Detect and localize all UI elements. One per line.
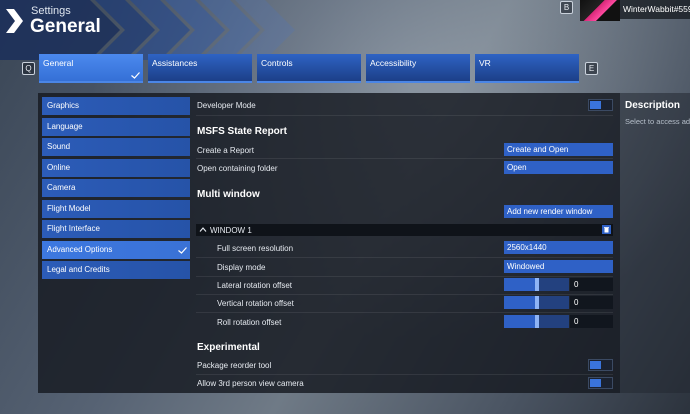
developer-mode-toggle[interactable]	[588, 99, 613, 111]
divider	[196, 158, 613, 159]
window-1-header[interactable]	[196, 224, 613, 236]
category-camera[interactable]: Camera	[42, 179, 190, 197]
tab-controls[interactable]: Controls	[257, 54, 361, 83]
third-person-camera-label: Allow 3rd person view camera	[197, 379, 304, 388]
section-title-multi-window: Multi window	[197, 189, 260, 200]
full-screen-resolution-select[interactable]: 2560x1440	[504, 241, 613, 254]
category-online[interactable]: Online	[42, 159, 190, 177]
vertical-rotation-offset-input[interactable]: 0	[570, 296, 613, 309]
toggle-knob	[590, 361, 601, 369]
username: WinterWabbit#559	[623, 4, 690, 14]
category-language[interactable]: Language	[42, 118, 190, 136]
display-mode-label: Display mode	[217, 263, 266, 272]
vertical-rotation-offset-label: Vertical rotation offset	[217, 299, 294, 308]
toggle-knob	[590, 379, 601, 387]
roll-rotation-offset-input[interactable]: 0	[570, 315, 613, 328]
category-graphics[interactable]: Graphics	[42, 97, 190, 115]
divider	[196, 276, 613, 277]
package-reorder-tool-label: Package reorder tool	[197, 361, 272, 370]
lateral-rotation-offset-label: Lateral rotation offset	[217, 281, 293, 290]
slider-thumb[interactable]	[535, 296, 539, 309]
window-1-title: WINDOW 1	[210, 226, 252, 235]
full-screen-resolution-label: Full screen resolution	[217, 244, 294, 253]
description-panel	[620, 93, 690, 393]
key-hint-next-tab: E	[585, 62, 598, 75]
slider-thumb[interactable]	[535, 315, 539, 328]
tab-label: General	[43, 58, 74, 68]
lateral-rotation-offset-input[interactable]: 0	[570, 278, 613, 291]
trash-icon[interactable]	[602, 225, 611, 234]
description-title: Description	[625, 100, 681, 111]
category-flight-interface[interactable]: Flight Interface	[42, 220, 190, 238]
divider	[196, 374, 613, 375]
description-text: Select to access ad	[625, 117, 690, 126]
section-title-experimental: Experimental	[197, 342, 260, 353]
create-and-open-button[interactable]: Create and Open	[504, 143, 613, 156]
divider	[196, 257, 613, 258]
slider-fill	[504, 296, 537, 309]
tab-label: VR	[479, 58, 491, 68]
roll-rotation-offset-label: Roll rotation offset	[217, 318, 282, 327]
add-render-window-button[interactable]: Add new render window	[504, 205, 613, 218]
back-chevron-icon[interactable]	[4, 8, 24, 34]
key-hint-back: B	[560, 1, 573, 14]
category-flight-model[interactable]: Flight Model	[42, 200, 190, 218]
key-hint-prev-tab: Q	[22, 62, 35, 75]
developer-mode-label: Developer Mode	[197, 101, 256, 110]
tab-label: Controls	[261, 58, 293, 68]
category-advanced-options[interactable]: Advanced Options	[42, 241, 190, 259]
tab-label: Assistances	[152, 58, 198, 68]
category-label: Advanced Options	[47, 245, 113, 254]
tab-general[interactable]: General	[39, 54, 143, 83]
page-title: General	[30, 16, 101, 37]
tab-assistances[interactable]: Assistances	[148, 54, 252, 83]
create-report-label: Create a Report	[197, 146, 254, 155]
display-mode-select[interactable]: Windowed	[504, 260, 613, 273]
slider-fill	[504, 278, 537, 291]
tab-vr[interactable]: VR	[475, 54, 579, 83]
divider	[196, 294, 613, 295]
checkmark-icon	[178, 247, 187, 254]
section-title-msfs-state-report: MSFS State Report	[197, 126, 288, 137]
category-sound[interactable]: Sound	[42, 138, 190, 156]
toggle-knob	[590, 101, 601, 109]
slider-fill	[504, 315, 537, 328]
category-legal-and-credits[interactable]: Legal and Credits	[42, 261, 190, 279]
divider	[196, 115, 613, 116]
avatar[interactable]	[580, 0, 620, 21]
open-folder-button[interactable]: Open	[504, 161, 613, 174]
slider-thumb[interactable]	[535, 278, 539, 291]
third-person-camera-toggle[interactable]	[588, 377, 613, 389]
chevron-up-icon[interactable]	[199, 226, 207, 233]
package-reorder-tool-toggle[interactable]	[588, 359, 613, 371]
open-folder-label: Open containing folder	[197, 164, 278, 173]
checkmark-icon	[131, 72, 140, 79]
tab-label: Accessibility	[370, 58, 417, 68]
divider	[196, 312, 613, 313]
tab-accessibility[interactable]: Accessibility	[366, 54, 470, 83]
